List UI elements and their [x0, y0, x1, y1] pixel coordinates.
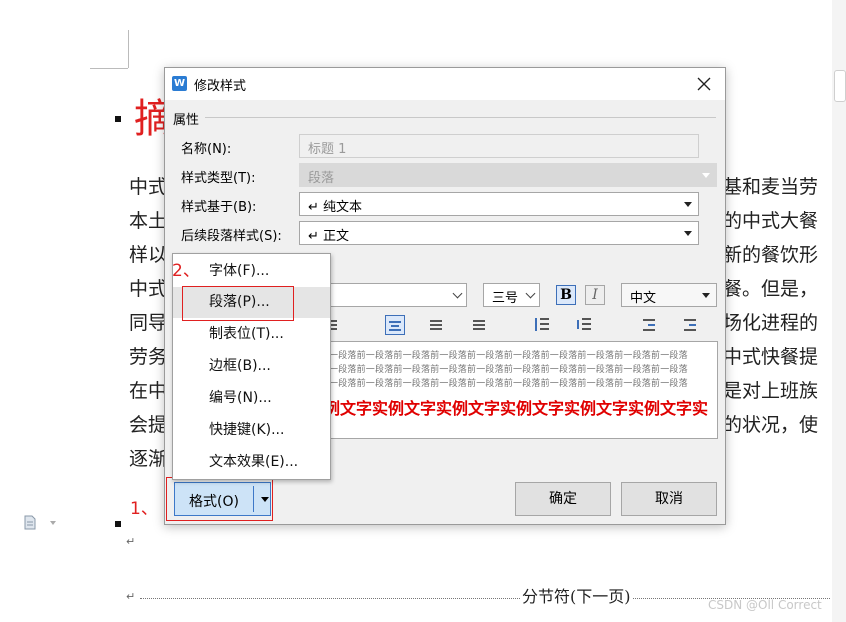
- based-on-value: ↵ 纯文本: [308, 200, 363, 215]
- line-spacing-increase-icon[interactable]: [532, 315, 552, 335]
- menu-item-border[interactable]: 边框(B)...: [173, 351, 330, 382]
- next-style-select[interactable]: ↵ 正文: [299, 221, 699, 245]
- dropdown-arrow-icon: [684, 231, 692, 236]
- properties-section-label: 属性: [173, 113, 200, 128]
- text-line: 样以: [129, 244, 168, 266]
- wps-writer-icon: W: [172, 76, 187, 91]
- chevron-down-icon: [452, 288, 463, 299]
- annotation-step-2: 2、: [172, 261, 200, 281]
- menu-item-tabs[interactable]: 制表位(T)...: [173, 319, 330, 350]
- align-center-icon[interactable]: [385, 315, 405, 335]
- annotation-step-1: 1、: [130, 499, 158, 519]
- name-label: 名称(N):: [181, 142, 232, 157]
- menu-item-numbering[interactable]: 编号(N)...: [173, 383, 330, 414]
- dropdown-arrow-icon: [702, 293, 710, 298]
- page-crop-mark-vertical: [128, 30, 129, 68]
- page-crop-mark-horizontal: [90, 68, 128, 69]
- language-select[interactable]: 中文: [621, 283, 717, 307]
- dropdown-arrow-icon: [684, 202, 692, 207]
- paragraph-mark: ↵: [126, 535, 136, 548]
- heading-bullet: [115, 116, 121, 122]
- font-size-value: 三号: [492, 291, 519, 306]
- chevron-down-icon: [525, 288, 536, 299]
- text-line: 的中式大餐: [723, 210, 819, 232]
- cancel-button[interactable]: 取消: [621, 482, 717, 516]
- line-spacing-decrease-icon[interactable]: [574, 315, 594, 335]
- list-bullet: [115, 521, 121, 527]
- language-value: 中文: [630, 291, 657, 306]
- distribute-icon[interactable]: [470, 315, 490, 335]
- preview-sample-text: 例文字实例文字实例文字实例文字实例文字实例文字实: [324, 399, 709, 418]
- text-line: 新的餐饮形: [723, 244, 819, 266]
- font-size-select[interactable]: 三号: [483, 283, 540, 307]
- based-on-label: 样式基于(B):: [181, 200, 257, 215]
- text-line: 本土: [129, 210, 168, 232]
- preview-previous-paragraph: 一段落前一段落前一段落前一段落前一段落前一段落前一段落前一段落前一段落前一段落: [329, 351, 688, 361]
- text-line: 场化进程的: [723, 312, 819, 334]
- scrollbar-thumb[interactable]: [834, 70, 846, 102]
- text-line: 同导: [129, 312, 168, 334]
- text-line: 基和麦当劳: [723, 176, 819, 198]
- dropdown-arrow-icon: [702, 173, 710, 178]
- next-style-label: 后续段落样式(S):: [181, 229, 282, 244]
- text-line: 在中: [129, 380, 168, 402]
- text-line: 是对上班族: [723, 380, 819, 402]
- document-text-left: 中式 本土 样以 中式 同导 劳务 在中 会提 逐渐: [129, 170, 167, 476]
- based-on-select[interactable]: ↵ 纯文本: [299, 192, 699, 216]
- font-name-select[interactable]: [325, 283, 467, 307]
- preview-previous-paragraph: 一段落前一段落前一段落前一段落前一段落前一段落前一段落前一段落前一段落前一段落: [329, 365, 688, 375]
- annotation-highlight-paragraph: [182, 286, 294, 321]
- paragraph-mark: ↵: [126, 590, 136, 603]
- section-break-label: 分节符(下一页): [520, 583, 633, 607]
- decrease-indent-icon[interactable]: [640, 315, 660, 335]
- preview-previous-paragraph: 一段落前一段落前一段落前一段落前一段落前一段落前一段落前一段落前一段落前一段落: [329, 379, 688, 389]
- bold-button[interactable]: B: [556, 285, 576, 305]
- menu-item-shortcut-key[interactable]: 快捷键(K)...: [173, 415, 330, 446]
- text-line: 的状况，使: [723, 414, 819, 436]
- section-divider: [205, 117, 716, 118]
- next-style-value: ↵ 正文: [308, 229, 350, 244]
- style-type-value: 段落: [308, 171, 335, 186]
- document-text-right: 基和麦当劳 的中式大餐 新的餐饮形 餐。但是， 场化进程的 中式快餐提 是对上班…: [723, 170, 818, 442]
- align-right-icon[interactable]: [427, 315, 447, 335]
- increase-indent-icon[interactable]: [681, 315, 701, 335]
- text-line: 劳务: [129, 346, 168, 368]
- annotation-highlight-format: [166, 477, 273, 521]
- dialog-title: 修改样式: [194, 79, 247, 94]
- text-line: 逐渐: [129, 448, 168, 470]
- text-line: 中式: [129, 278, 168, 300]
- style-type-label: 样式类型(T):: [181, 171, 256, 186]
- ok-button[interactable]: 确定: [515, 482, 611, 516]
- document-outline-icon[interactable]: [24, 515, 36, 530]
- name-input[interactable]: 标题 1: [299, 134, 699, 158]
- text-line: 餐。但是，: [723, 278, 819, 300]
- text-line: 中式快餐提: [723, 346, 819, 368]
- watermark: CSDN @Oll Correct: [708, 598, 822, 612]
- text-line: 中式: [129, 176, 168, 198]
- style-type-select[interactable]: 段落: [299, 163, 717, 187]
- text-line: 会提: [129, 414, 168, 436]
- dialog-titlebar: W 修改样式: [165, 68, 725, 100]
- menu-item-text-effects[interactable]: 文本效果(E)...: [173, 447, 330, 478]
- chevron-down-icon[interactable]: [50, 521, 56, 525]
- italic-button[interactable]: I: [585, 285, 605, 305]
- close-icon[interactable]: [693, 73, 715, 95]
